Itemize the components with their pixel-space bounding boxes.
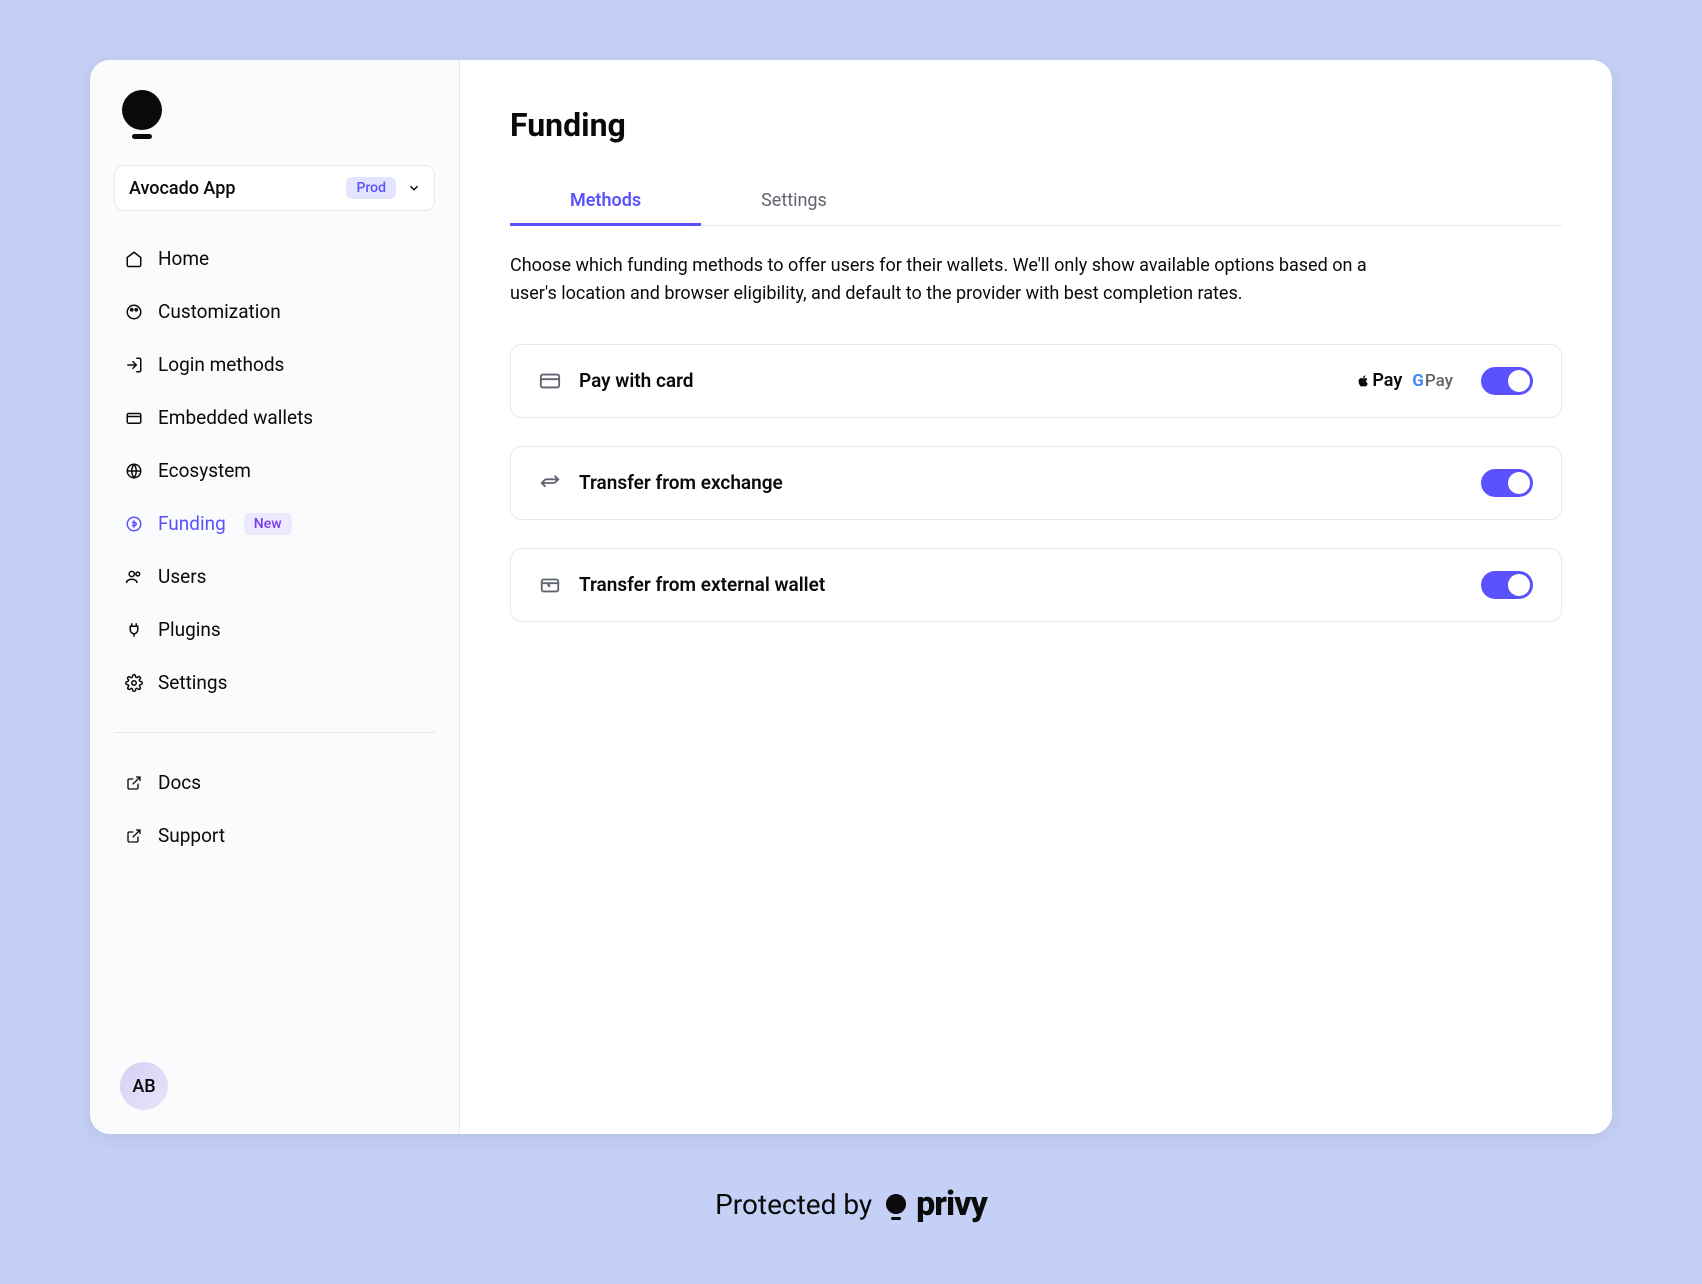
- method-title: Transfer from external wallet: [579, 573, 825, 596]
- app-selector-right: Prod: [346, 177, 422, 199]
- nav-primary: Home Customization Login methods Embedde…: [114, 237, 435, 704]
- tab-label: Methods: [570, 190, 641, 211]
- nav-secondary: Docs Support: [114, 761, 435, 857]
- sidebar-item-funding[interactable]: Funding New: [114, 502, 435, 545]
- logo-dash-icon: [132, 134, 152, 139]
- toggle-pay-with-card[interactable]: [1481, 367, 1533, 395]
- sidebar: Avocado App Prod Home Customization: [90, 60, 460, 1134]
- sidebar-item-docs[interactable]: Docs: [114, 761, 435, 804]
- app-name: Avocado App: [129, 178, 235, 199]
- env-badge: Prod: [346, 177, 396, 199]
- tab-settings[interactable]: Settings: [701, 178, 887, 226]
- gpay-g: G: [1412, 371, 1424, 391]
- method-left: Transfer from external wallet: [539, 573, 825, 596]
- sidebar-item-label: Settings: [158, 671, 227, 694]
- wallet-transfer-icon: [539, 574, 561, 596]
- palette-icon: [124, 302, 144, 322]
- sidebar-item-plugins[interactable]: Plugins: [114, 608, 435, 651]
- sidebar-item-support[interactable]: Support: [114, 814, 435, 857]
- google-pay-icon: G Pay: [1412, 371, 1453, 391]
- main-content: Funding Methods Settings Choose which fu…: [460, 60, 1612, 1134]
- app-window: Avocado App Prod Home Customization: [90, 60, 1612, 1134]
- sidebar-item-users[interactable]: Users: [114, 555, 435, 598]
- sidebar-item-label: Home: [158, 247, 209, 270]
- gear-icon: [124, 673, 144, 693]
- avatar-initials: AB: [132, 1076, 155, 1097]
- home-icon: [124, 249, 144, 269]
- sidebar-item-label: Support: [158, 824, 225, 847]
- chevron-down-icon: [406, 180, 422, 196]
- external-link-icon: [124, 826, 144, 846]
- toggle-transfer-exchange[interactable]: [1481, 469, 1533, 497]
- method-title: Pay with card: [579, 369, 693, 392]
- pay-logos: Pay G Pay: [1356, 370, 1453, 391]
- new-badge: New: [244, 513, 292, 535]
- app-selector[interactable]: Avocado App Prod: [114, 165, 435, 211]
- method-transfer-wallet: Transfer from external wallet: [510, 548, 1562, 622]
- toggle-transfer-wallet[interactable]: [1481, 571, 1533, 599]
- external-link-icon: [124, 773, 144, 793]
- wallet-icon: [124, 408, 144, 428]
- method-left: Pay with card: [539, 369, 693, 392]
- method-right: [1481, 571, 1533, 599]
- footer: Protected by privy: [90, 1134, 1612, 1224]
- sidebar-item-ecosystem[interactable]: Ecosystem: [114, 449, 435, 492]
- method-transfer-exchange: Transfer from exchange: [510, 446, 1562, 520]
- method-right: Pay G Pay: [1356, 367, 1533, 395]
- footer-logo-icon: [886, 1194, 906, 1214]
- page-description: Choose which funding methods to offer us…: [510, 252, 1410, 308]
- globe-icon: [124, 461, 144, 481]
- sidebar-item-label: Users: [158, 565, 206, 588]
- sidebar-item-label: Embedded wallets: [158, 406, 313, 429]
- sidebar-item-label: Plugins: [158, 618, 221, 641]
- method-left: Transfer from exchange: [539, 471, 783, 494]
- funding-icon: [124, 514, 144, 534]
- sidebar-item-label: Customization: [158, 300, 281, 323]
- tabs: Methods Settings: [510, 178, 1562, 226]
- users-icon: [124, 567, 144, 587]
- sidebar-item-label: Login methods: [158, 353, 284, 376]
- login-icon: [124, 355, 144, 375]
- sidebar-item-label: Funding: [158, 512, 226, 535]
- method-pay-with-card: Pay with card Pay G Pay: [510, 344, 1562, 418]
- apple-pay-label: Pay: [1372, 370, 1402, 391]
- sidebar-item-embedded-wallets[interactable]: Embedded wallets: [114, 396, 435, 439]
- plug-icon: [124, 620, 144, 640]
- sidebar-item-customization[interactable]: Customization: [114, 290, 435, 333]
- footer-brand: privy: [916, 1184, 987, 1224]
- logo-circle-icon: [122, 90, 162, 130]
- logo: [122, 90, 435, 139]
- footer-text: Protected by: [715, 1188, 872, 1221]
- page-title: Funding: [510, 106, 1562, 144]
- transfer-icon: [539, 472, 561, 494]
- gpay-rest: Pay: [1425, 371, 1453, 391]
- sidebar-item-settings[interactable]: Settings: [114, 661, 435, 704]
- sidebar-divider: [114, 732, 435, 733]
- sidebar-item-label: Ecosystem: [158, 459, 251, 482]
- card-icon: [539, 370, 561, 392]
- method-title: Transfer from exchange: [579, 471, 783, 494]
- sidebar-item-label: Docs: [158, 771, 201, 794]
- sidebar-item-home[interactable]: Home: [114, 237, 435, 280]
- avatar[interactable]: AB: [120, 1062, 168, 1110]
- footer-logo: privy: [886, 1184, 987, 1224]
- method-right: [1481, 469, 1533, 497]
- apple-pay-icon: Pay: [1356, 370, 1402, 391]
- tab-methods[interactable]: Methods: [510, 178, 701, 226]
- sidebar-item-login-methods[interactable]: Login methods: [114, 343, 435, 386]
- tab-label: Settings: [761, 190, 827, 211]
